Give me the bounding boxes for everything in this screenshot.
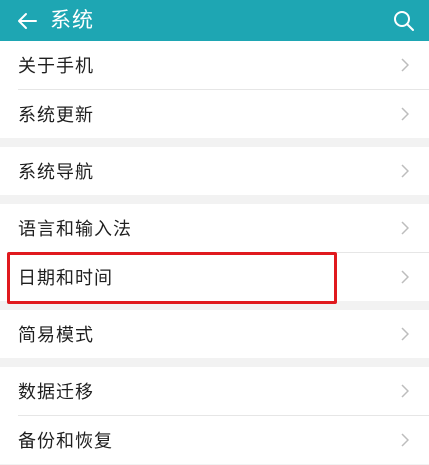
search-icon[interactable] — [391, 8, 417, 34]
chevron-right-icon — [399, 221, 411, 235]
list-item-data-migration[interactable]: 数据迁移 — [0, 367, 429, 415]
settings-group-3: 语言和输入法 日期和时间 — [0, 204, 429, 301]
chevron-right-icon — [399, 164, 411, 178]
list-item-simple-mode[interactable]: 简易模式 — [0, 310, 429, 358]
settings-screen: 系统 关于手机 系统更新 系统导航 语言和输入法 日期和时间 简易模式 数据迁移… — [0, 0, 429, 465]
list-item-system-navigation[interactable]: 系统导航 — [0, 147, 429, 195]
group-gap — [0, 195, 429, 204]
app-bar: 系统 — [0, 0, 429, 41]
list-item-backup-restore[interactable]: 备份和恢复 — [0, 416, 429, 464]
chevron-right-icon — [399, 107, 411, 121]
chevron-right-icon — [399, 384, 411, 398]
chevron-right-icon — [399, 270, 411, 284]
chevron-right-icon — [399, 327, 411, 341]
page-title: 系统 — [50, 8, 94, 32]
group-gap — [0, 358, 429, 367]
group-gap — [0, 301, 429, 310]
back-arrow-icon[interactable] — [14, 8, 40, 34]
settings-group-4: 简易模式 — [0, 310, 429, 358]
list-item-label: 数据迁移 — [18, 382, 94, 403]
group-gap — [0, 138, 429, 147]
list-item-label: 关于手机 — [18, 56, 94, 77]
list-item-label: 系统更新 — [18, 105, 94, 126]
settings-group-1: 关于手机 系统更新 — [0, 41, 429, 138]
list-item-label: 系统导航 — [18, 162, 94, 183]
list-item-label: 备份和恢复 — [18, 431, 113, 452]
list-item-label: 语言和输入法 — [18, 219, 132, 240]
settings-group-2: 系统导航 — [0, 147, 429, 195]
list-item-label: 日期和时间 — [18, 268, 113, 289]
chevron-right-icon — [399, 58, 411, 72]
list-item-language-input[interactable]: 语言和输入法 — [0, 204, 429, 252]
list-item-label: 简易模式 — [18, 325, 94, 346]
list-item-date-time[interactable]: 日期和时间 — [0, 253, 429, 301]
chevron-right-icon — [399, 433, 411, 447]
settings-group-5: 数据迁移 备份和恢复 — [0, 367, 429, 464]
list-item-system-update[interactable]: 系统更新 — [0, 90, 429, 138]
list-item-about-phone[interactable]: 关于手机 — [0, 41, 429, 89]
